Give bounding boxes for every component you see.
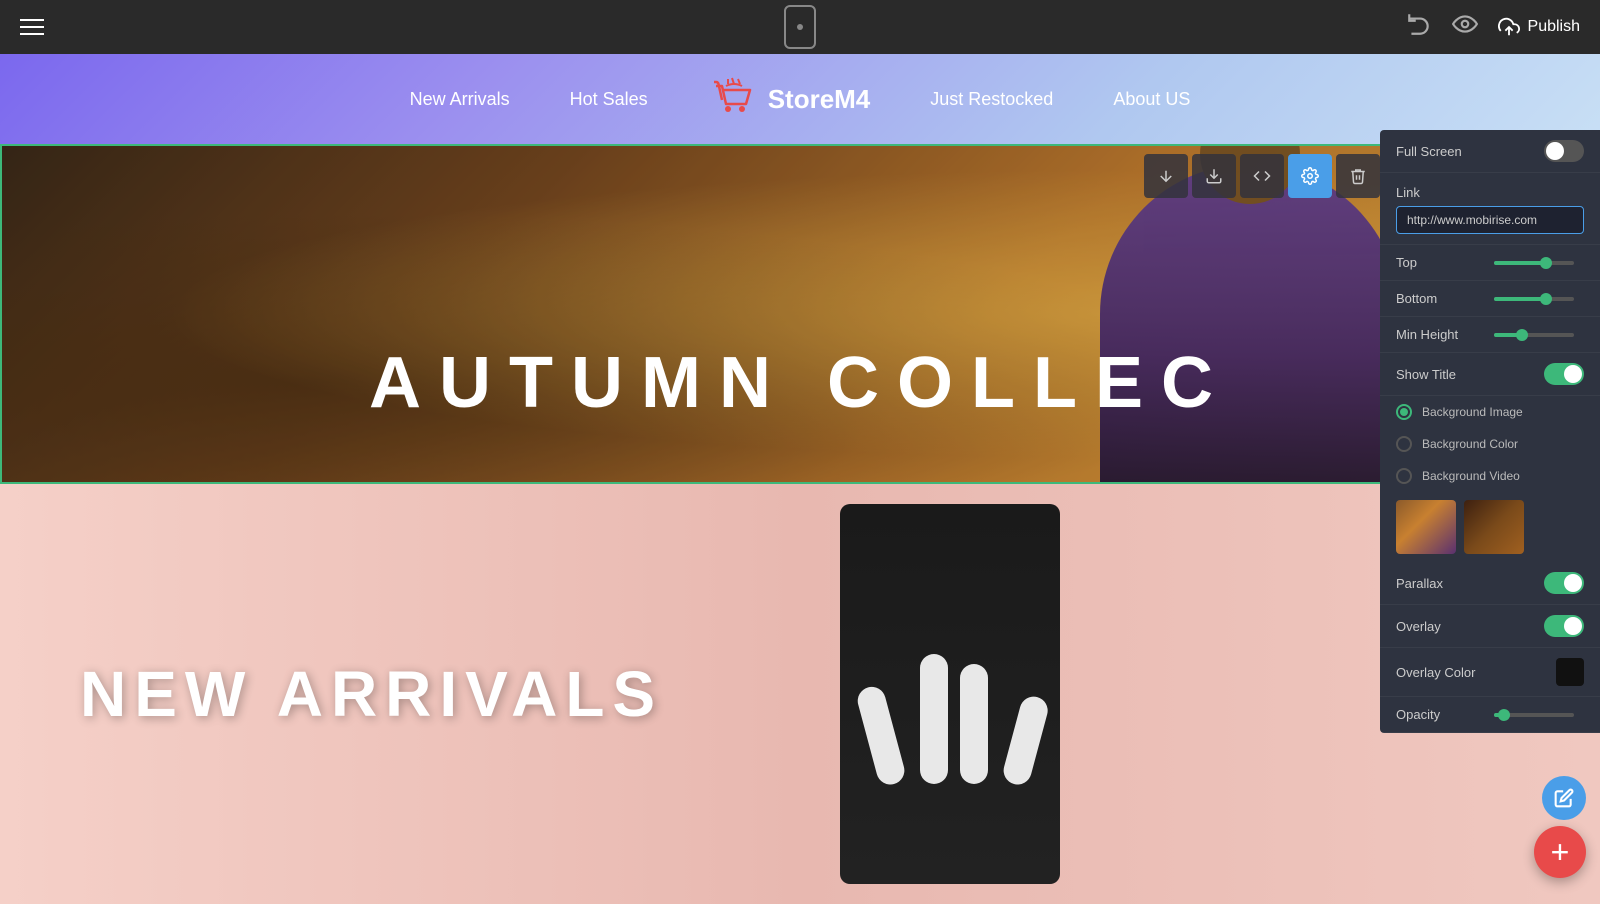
preview-icon[interactable] <box>1452 11 1478 43</box>
bg-image-label: Background Image <box>1422 405 1523 419</box>
settings-button[interactable] <box>1288 154 1332 198</box>
top-row: Top <box>1380 245 1600 281</box>
show-title-row: Show Title <box>1380 353 1600 396</box>
overlay-row: Overlay <box>1380 605 1600 648</box>
arrivals-title: NEW ARRIVALS <box>80 657 663 731</box>
bg-thumbnail-2[interactable] <box>1464 500 1524 554</box>
parallax-row: Parallax <box>1380 562 1600 605</box>
show-title-toggle[interactable] <box>1544 363 1584 385</box>
navbar: New Arrivals Hot Sales StoreM4 Just Rest… <box>0 54 1600 144</box>
delete-button[interactable] <box>1336 154 1380 198</box>
arrivals-section: NEW ARRIVALS <box>0 484 1600 904</box>
bg-video-option[interactable]: Background Video <box>1380 460 1600 492</box>
min-height-slider[interactable] <box>1494 333 1584 337</box>
opacity-slider[interactable] <box>1494 713 1584 717</box>
nav-logo: StoreM4 <box>708 74 871 124</box>
mobile-device-icon[interactable] <box>784 5 816 49</box>
download-button[interactable] <box>1192 154 1236 198</box>
link-label: Link <box>1396 185 1420 200</box>
min-height-row: Min Height <box>1380 317 1600 353</box>
add-section-button[interactable]: + <box>1534 826 1586 878</box>
hero-section: AUTUMN COLLEC <box>0 144 1600 484</box>
topbar-right: Publish <box>1406 11 1580 43</box>
parallax-toggle[interactable] <box>1544 572 1584 594</box>
nav-link-hot-sales[interactable]: Hot Sales <box>570 89 648 110</box>
opacity-label: Opacity <box>1396 707 1440 722</box>
reorder-button[interactable] <box>1144 154 1188 198</box>
parallax-label: Parallax <box>1396 576 1443 591</box>
fullscreen-row: Full Screen <box>1380 130 1600 173</box>
min-height-label: Min Height <box>1396 327 1458 342</box>
hamburger-icon[interactable] <box>20 19 44 35</box>
publish-button[interactable]: Publish <box>1498 16 1580 38</box>
bottom-label: Bottom <box>1396 291 1437 306</box>
link-row: Link <box>1380 173 1600 245</box>
topbar-left <box>20 19 44 35</box>
topbar: Publish <box>0 0 1600 54</box>
link-input[interactable] <box>1396 206 1584 234</box>
nav-link-new-arrivals[interactable]: New Arrivals <box>410 89 510 110</box>
hero-figure <box>1100 164 1400 484</box>
bg-thumbnail[interactable] <box>1396 500 1456 554</box>
fullscreen-toggle[interactable] <box>1544 140 1584 162</box>
nav-link-just-restocked[interactable]: Just Restocked <box>930 89 1053 110</box>
thumbnail-row <box>1380 492 1600 562</box>
code-button[interactable] <box>1240 154 1284 198</box>
fullscreen-label: Full Screen <box>1396 144 1462 159</box>
bg-image-radio[interactable] <box>1396 404 1412 420</box>
top-slider[interactable] <box>1494 261 1584 265</box>
settings-panel: Full Screen Link Top Bottom <box>1380 130 1600 733</box>
edit-pen-button[interactable] <box>1542 776 1586 820</box>
bottom-slider[interactable] <box>1494 297 1584 301</box>
nav-logo-text: StoreM4 <box>768 84 871 115</box>
bg-video-label: Background Video <box>1422 469 1520 483</box>
undo-icon[interactable] <box>1406 11 1432 43</box>
overlay-label: Overlay <box>1396 619 1441 634</box>
bg-video-radio[interactable] <box>1396 468 1412 484</box>
bg-color-label: Background Color <box>1422 437 1518 451</box>
overlay-color-swatch[interactable] <box>1556 658 1584 686</box>
topbar-center <box>784 5 816 49</box>
skeleton-figure <box>800 504 1100 884</box>
overlay-color-label: Overlay Color <box>1396 665 1475 680</box>
bg-color-radio[interactable] <box>1396 436 1412 452</box>
overlay-color-row: Overlay Color <box>1380 648 1600 697</box>
nav-link-about-us[interactable]: About US <box>1113 89 1190 110</box>
bg-color-option[interactable]: Background Color <box>1380 428 1600 460</box>
show-title-label: Show Title <box>1396 367 1456 382</box>
hero-title: AUTUMN COLLEC <box>0 342 1600 424</box>
overlay-toggle[interactable] <box>1544 615 1584 637</box>
hero-toolbar <box>1144 154 1380 198</box>
bg-image-option[interactable]: Background Image <box>1380 396 1600 428</box>
top-label: Top <box>1396 255 1417 270</box>
bottom-row: Bottom <box>1380 281 1600 317</box>
opacity-row: Opacity <box>1380 697 1600 733</box>
